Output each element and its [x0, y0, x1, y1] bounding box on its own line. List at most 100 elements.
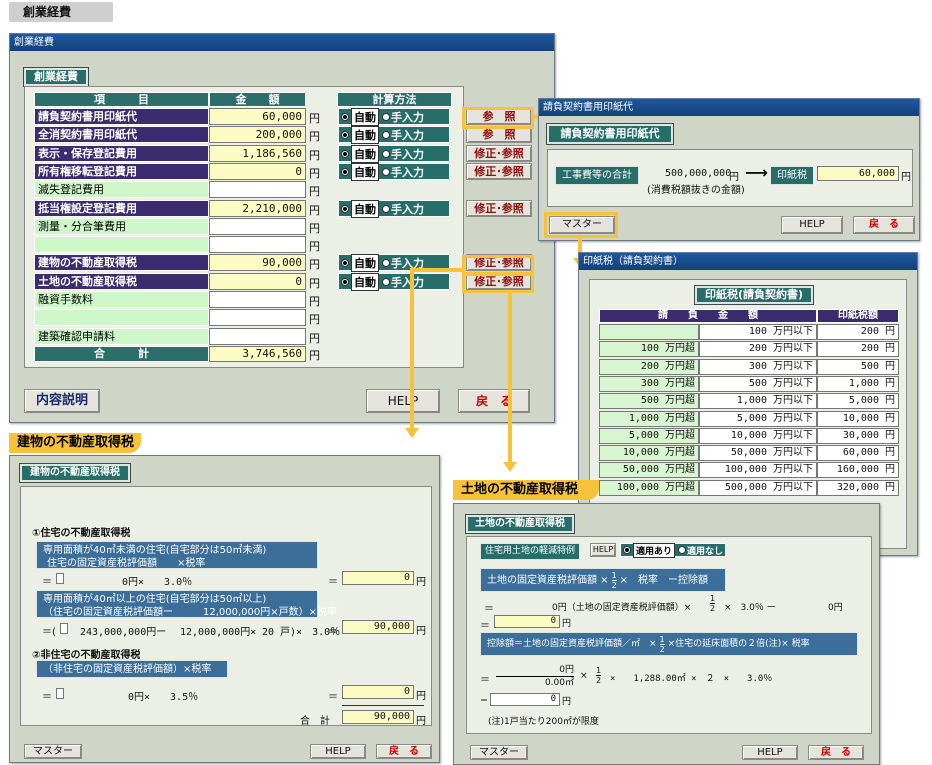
row-amount-input[interactable]: 200,000 [209, 126, 306, 143]
row-amount-input[interactable] [209, 218, 306, 235]
land-box1: 土地の固定資産税評価額 × 12 × 税率 ー控除額 [480, 568, 726, 592]
auto-radio[interactable] [341, 112, 349, 121]
master-cell-upper: 200 万円以下 [699, 341, 817, 357]
land-back-button[interactable]: 戻 る [808, 745, 864, 760]
stamp-tax-unit: 円 [901, 172, 911, 183]
manual-label[interactable]: 手入力 [391, 201, 424, 217]
row-unit: 円 [309, 112, 320, 125]
building-master-button[interactable]: マスター [24, 744, 82, 759]
row-amount-input[interactable]: 0 [209, 273, 306, 290]
land-eq2-left: ＝ [480, 675, 490, 686]
land-eq2-tail: × 1,288.00㎡ × ２ × 3.0％ [610, 674, 773, 684]
building-back-button[interactable]: 戻 る [376, 744, 432, 759]
master-cell-lower: 10,000 万円超 [599, 445, 699, 461]
land-opt-no-radio[interactable] [678, 546, 687, 554]
highlight-building-ref [462, 255, 534, 275]
manual-radio[interactable] [382, 130, 390, 139]
stamp-back-button[interactable]: 戻 る [853, 216, 915, 234]
land-opt-yes-label[interactable]: 適用あり [633, 542, 676, 558]
land-eq1-frac-n: 1 [710, 594, 716, 604]
manual-radio[interactable] [382, 149, 390, 158]
master-cell-tax: 200 円 [817, 341, 899, 357]
help-button[interactable]: HELP [366, 389, 440, 413]
land-master-button[interactable]: マスター [470, 745, 528, 760]
row-unit: 円 [309, 240, 320, 253]
auto-label[interactable]: 自動 [351, 272, 379, 291]
building-window: 建物の不動産取得税 ①住宅の不動産取得税 専用面積が40㎡未満の住宅(自宅部分は… [9, 455, 440, 763]
land-box1-frac-d: 2 [611, 580, 617, 590]
auto-radio[interactable] [341, 204, 349, 213]
auto-radio[interactable] [341, 130, 349, 139]
manual-label[interactable]: 手入力 [391, 146, 424, 162]
land-eq1-unit: 円 [562, 619, 572, 629]
land-box2: 控除額＝土地の固定資産税評価額／㎡ × 12 ×住宅の延床面積の２倍(注)× 税… [480, 632, 858, 656]
arrow-head-land [503, 462, 517, 472]
row-amount-input[interactable]: 1,186,560 [209, 145, 306, 162]
manual-radio[interactable] [382, 277, 390, 286]
auto-label[interactable]: 自動 [351, 107, 379, 126]
row-amount-input[interactable]: 90,000 [209, 254, 306, 271]
building-eq2-unit: 円 [416, 626, 426, 637]
land-box1-text: 土地の固定資産税評価額 × [487, 574, 609, 586]
master-cell-upper: 300 万円以下 [699, 359, 817, 375]
stamp-tax-label: 印紙税 [770, 166, 814, 185]
land-box2-frac-d: 2 [659, 644, 665, 654]
auto-radio[interactable] [341, 167, 349, 176]
master-cell-upper: 500,000 万円以下 [699, 480, 817, 496]
building-eq2-left: ＝( [42, 627, 56, 638]
land-eq1-c: 0円 [828, 603, 843, 613]
row-amount-input[interactable] [209, 181, 306, 198]
master-cell-lower: 50,000 万円超 [599, 462, 699, 478]
building-box1-line1: 専用面積が40㎡未満の住宅(自宅部分は50㎡未満) [43, 545, 267, 556]
row-unit: 円 [309, 313, 320, 326]
auto-label[interactable]: 自動 [351, 162, 379, 181]
manual-radio[interactable] [382, 112, 390, 121]
row-ref-button[interactable]: 修正･参照 [466, 200, 532, 217]
land-box1-frac: 12 [611, 571, 617, 590]
row-method-radio-group: 自動 手入力 [338, 144, 450, 163]
master-cell-lower: 100,000 万円超 [599, 480, 699, 496]
row-method-radio-group: 自動 手入力 [338, 107, 450, 126]
manual-label[interactable]: 手入力 [391, 109, 424, 125]
row-amount-input[interactable] [209, 328, 306, 345]
stamp-note: (消費税額抜きの金額) [647, 185, 745, 196]
row-ref-button[interactable]: 修正･参照 [466, 163, 532, 180]
land-help-button[interactable]: HELP [742, 745, 798, 760]
land-help-small[interactable]: HELP [590, 543, 616, 557]
stamp-help-button[interactable]: HELP [781, 216, 843, 234]
row-ref-button[interactable]: 修正･参照 [466, 145, 532, 162]
building-eq3-eq: ＝ [328, 692, 338, 703]
row-amount-input[interactable]: 60,000 [209, 108, 306, 125]
manual-radio[interactable] [382, 167, 390, 176]
manual-label[interactable]: 手入力 [391, 274, 424, 290]
auto-radio[interactable] [341, 149, 349, 158]
manual-radio[interactable] [382, 258, 390, 267]
row-amount-input[interactable]: 0 [209, 163, 306, 180]
auto-label[interactable]: 自動 [351, 199, 379, 218]
row-amount-input[interactable] [209, 291, 306, 308]
auto-label[interactable]: 自動 [351, 253, 379, 272]
row-amount-input[interactable] [209, 309, 306, 326]
building-help-button[interactable]: HELP [310, 744, 366, 759]
land-eq2-frac-d: 2 [596, 676, 602, 685]
manual-label[interactable]: 手入力 [391, 164, 424, 180]
building-eq2-eq: ＝ [328, 627, 338, 638]
auto-radio[interactable] [341, 258, 349, 267]
auto-label[interactable]: 自動 [351, 125, 379, 144]
row-amount-input[interactable]: 2,210,000 [209, 200, 306, 217]
explain-button[interactable]: 内容説明 [24, 389, 100, 413]
land-opt-no-label[interactable]: 適用なし [687, 544, 723, 557]
highlight-master [544, 212, 618, 238]
auto-label[interactable]: 自動 [351, 144, 379, 163]
master-cell-tax: 320,000 円 [817, 480, 899, 496]
auto-radio[interactable] [341, 277, 349, 286]
row-amount-input[interactable] [209, 236, 306, 253]
land-note: (注)1戸当たり200㎡が限度 [488, 717, 599, 727]
manual-label[interactable]: 手入力 [391, 127, 424, 143]
back-button[interactable]: 戻 る [458, 389, 530, 413]
col-method-header: 計算方法 [337, 92, 452, 107]
master-cell-lower: 200 万円超 [599, 359, 699, 375]
row-label: 測量・分合筆費用 [34, 218, 209, 235]
land-opt-yes-radio[interactable] [623, 546, 631, 554]
manual-radio[interactable] [382, 204, 390, 213]
